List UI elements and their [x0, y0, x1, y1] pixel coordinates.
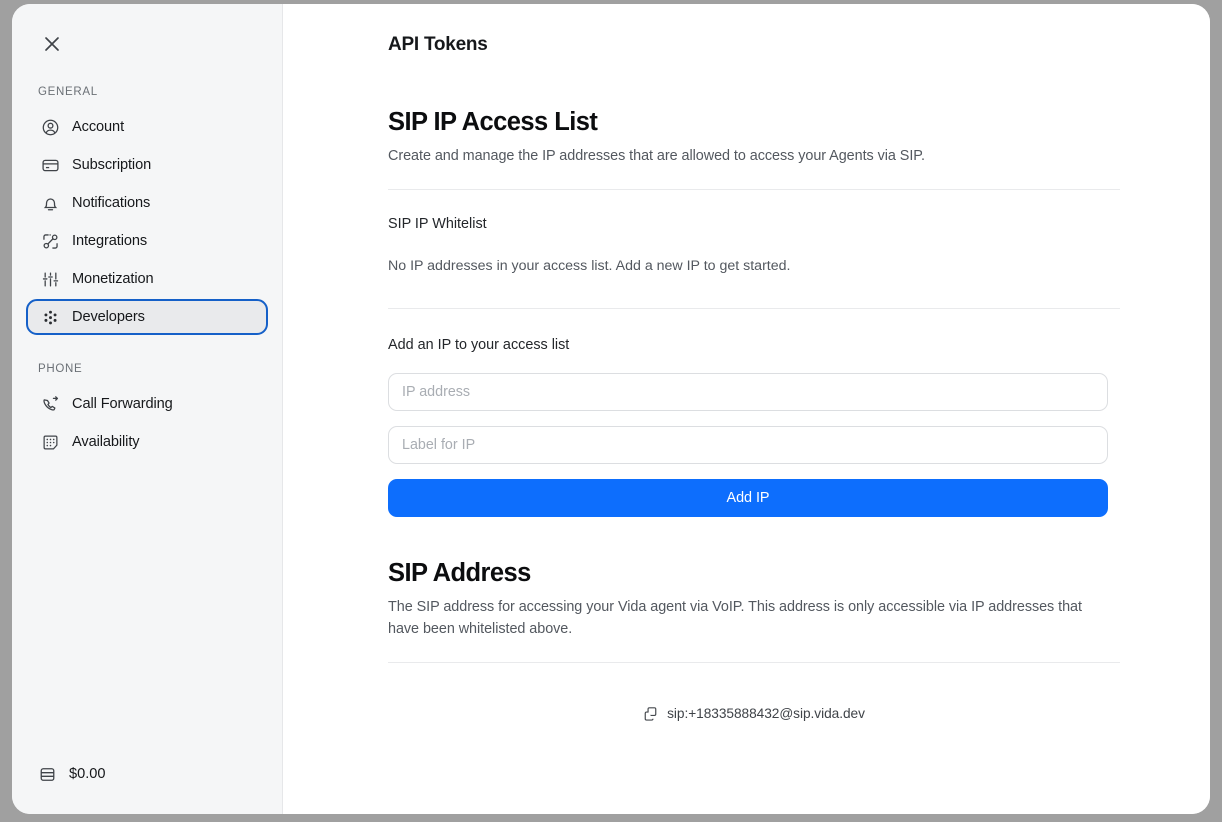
- sidebar-item-label: Monetization: [72, 270, 154, 287]
- section-title: SIP Address: [388, 559, 531, 588]
- integrations-icon: [40, 231, 60, 251]
- balance-amount: $0.00: [69, 766, 106, 782]
- dots-cluster-icon: [40, 307, 60, 327]
- keypad-icon: [40, 432, 60, 452]
- sip-ip-access-list-section: SIP IP Access List Create and manage the…: [388, 108, 1120, 518]
- sidebar-item-integrations[interactable]: Integrations: [26, 223, 268, 259]
- sidebar-item-label: Notifications: [72, 194, 151, 211]
- sip-ip-whitelist-subhead: SIP IP Whitelist: [388, 216, 487, 233]
- page-title: API Tokens: [388, 34, 488, 55]
- sidebar-item-account[interactable]: Account: [26, 109, 268, 145]
- wallet-icon: [38, 765, 57, 784]
- section-description: Create and manage the IP addresses that …: [388, 148, 925, 164]
- nav-group-general: GENERAL Account Subscription Notificatio…: [26, 86, 268, 335]
- add-ip-button[interactable]: Add IP: [388, 479, 1108, 518]
- ip-label-input[interactable]: [388, 426, 1108, 465]
- sidebar-item-label: Subscription: [72, 156, 152, 173]
- credit-card-icon: [40, 155, 60, 175]
- divider: [388, 189, 1120, 191]
- empty-state-text: No IP addresses in your access list. Add…: [388, 258, 791, 275]
- nav-group-phone: PHONE Call Forwarding Availability: [26, 363, 268, 460]
- ip-address-input[interactable]: [388, 373, 1108, 412]
- user-circle-icon: [40, 117, 60, 137]
- sidebar-footer: $0.00: [12, 756, 282, 814]
- add-ip-form-label: Add an IP to your access list: [388, 337, 570, 354]
- divider: [388, 308, 1120, 310]
- sip-address-text: sip:+18335888432@sip.vida.dev: [667, 705, 865, 721]
- sidebar-item-notifications[interactable]: Notifications: [26, 185, 268, 221]
- sidebar-header: [12, 4, 282, 68]
- settings-modal-panel: GENERAL Account Subscription Notificatio…: [12, 4, 1210, 814]
- sip-address-section: SIP Address The SIP address for accessin…: [388, 559, 1120, 721]
- sidebar-item-label: Call Forwarding: [72, 395, 173, 412]
- sidebar-item-call-forwarding[interactable]: Call Forwarding: [26, 386, 268, 422]
- sidebar-item-subscription[interactable]: Subscription: [26, 147, 268, 183]
- divider: [388, 661, 1120, 663]
- sidebar-item-developers[interactable]: Developers: [26, 299, 268, 335]
- sidebar-item-label: Availability: [72, 433, 140, 450]
- sip-address-copy-row[interactable]: sip:+18335888432@sip.vida.dev: [388, 706, 1120, 721]
- sidebar-item-availability[interactable]: Availability: [26, 424, 268, 460]
- sidebar-item-label: Account: [72, 118, 125, 135]
- nav-group-label-phone: PHONE: [38, 363, 83, 375]
- sidebar-item-label: Integrations: [72, 232, 148, 249]
- settings-content: API Tokens SIP IP Access List Create and…: [283, 4, 1210, 814]
- section-title: SIP IP Access List: [388, 108, 598, 136]
- phone-forward-icon: [40, 394, 60, 414]
- copy-icon[interactable]: [643, 706, 658, 721]
- sliders-icon: [40, 269, 60, 289]
- sidebar-item-label: Developers: [72, 308, 145, 325]
- sidebar-item-monetization[interactable]: Monetization: [26, 261, 268, 297]
- bell-icon: [40, 193, 60, 213]
- section-description: The SIP address for accessing your Vida …: [388, 599, 1082, 637]
- close-icon[interactable]: [38, 30, 66, 58]
- account-balance[interactable]: $0.00: [26, 756, 268, 792]
- nav-group-label-general: GENERAL: [38, 86, 98, 98]
- settings-sidebar: GENERAL Account Subscription Notificatio…: [12, 4, 283, 814]
- sidebar-nav: GENERAL Account Subscription Notificatio…: [12, 68, 282, 756]
